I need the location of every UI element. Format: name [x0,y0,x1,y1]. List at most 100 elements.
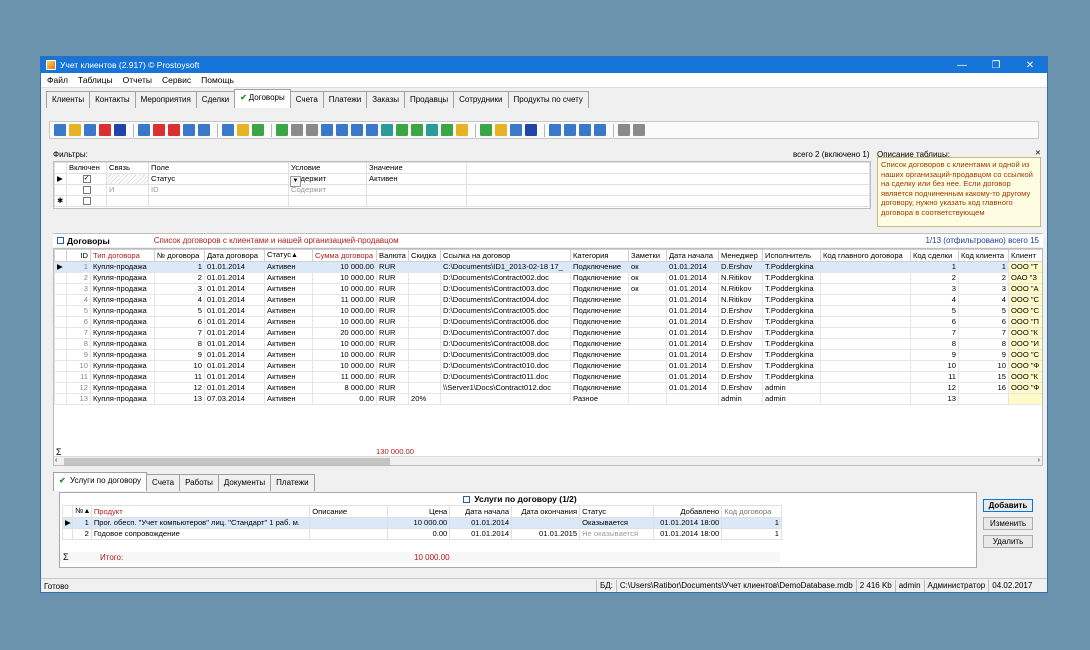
import-icon[interactable] [336,124,348,136]
col-amount[interactable]: Сумма договора [312,249,377,262]
table-cell[interactable]: ООО "С [1008,305,1042,317]
chart-icon[interactable] [411,124,423,136]
table-cell[interactable]: T.Poddergkina [762,272,821,284]
table-cell[interactable]: ок [628,261,667,273]
table-cell[interactable] [628,327,667,339]
table-cell[interactable]: T.Poddergkina [762,338,821,350]
col-start-date[interactable]: Дата начала [666,249,719,262]
table-cell[interactable]: Активен [264,294,313,306]
table-cell[interactable]: 10 000.00 [312,305,377,317]
table-cell[interactable]: admin [762,382,821,394]
svc-col-added[interactable]: Добавлено [653,505,723,518]
table-cell[interactable]: Подключение [570,283,629,295]
table-cell[interactable]: D:\Documents\Contract004.doc [440,294,571,306]
table-cell[interactable]: Активен [264,327,313,339]
table-cell[interactable]: 8 [910,338,959,350]
svc-col-end[interactable]: Дата окончания [511,505,581,518]
subtab-works[interactable]: Работы [179,474,219,491]
table-cell[interactable]: RUR [376,294,409,306]
table-cell[interactable]: 11 000.00 [312,294,377,306]
table-cell[interactable]: 9 [910,349,959,361]
collapse-icon[interactable] [57,237,64,244]
bar-chart-icon[interactable] [456,124,468,136]
table-cell[interactable]: Активен [264,382,313,394]
filter-link-cell[interactable]: И [106,184,149,196]
table-cell[interactable]: 4 [66,294,91,306]
service-cell[interactable]: Оказывается [579,517,655,529]
table-cell[interactable]: 07.03.2014 [204,393,265,405]
table-cell[interactable]: Купля-продажа [90,305,155,317]
table-cell[interactable]: Подключение [570,327,629,339]
table-cell[interactable]: Купля-продажа [90,272,155,284]
service-cell[interactable]: 01.01.2014 18:00 [653,528,723,540]
table-cell[interactable]: Активен [264,283,313,295]
condition-dropdown-icon[interactable]: ▼ [290,176,301,187]
table-cell[interactable]: 11 [66,371,91,383]
delete-icon[interactable] [99,124,111,136]
table-row[interactable]: 11 Купля-продажа 11 01.01.2014 Активен 11 000… [54,371,1042,383]
table-cell[interactable] [628,360,667,372]
table-cell[interactable]: 9 [66,349,91,361]
document-icon[interactable] [366,124,378,136]
col-discount[interactable]: Скидка [408,249,441,262]
refresh-icon[interactable] [276,124,288,136]
close-description-icon[interactable]: ✕ [1035,149,1041,157]
tab-deals[interactable]: Сделки [195,91,236,108]
table-cell[interactable]: Купля-продажа [90,294,155,306]
subtab-invoices[interactable]: Счета [146,474,181,491]
find-icon[interactable] [291,124,303,136]
table-cell[interactable]: 01.01.2014 [666,272,719,284]
table-cell[interactable]: 10 000.00 [312,272,377,284]
table-cell[interactable]: Активен [264,305,313,317]
table-cell[interactable]: D:\Documents\Contract009.doc [440,349,571,361]
service-cell[interactable] [309,517,389,529]
table-cell[interactable] [440,393,571,405]
table-cell[interactable]: N.Ritikov [718,294,763,306]
table-cell[interactable]: 8 [154,338,205,350]
service-cell[interactable]: 01.01.2015 [511,528,581,540]
col-executor[interactable]: Исполнитель [762,249,821,262]
table-cell[interactable]: Подключение [570,261,629,273]
table-cell[interactable]: ОАО "З [1008,272,1042,284]
svc-col-description[interactable]: Описание [309,505,389,518]
table-cell[interactable]: 2 [154,272,205,284]
table-cell[interactable]: Активен [264,393,313,405]
service-row[interactable]: 2 Годовое сопровождение 0.00 01.01.2014 01.0… [61,528,782,540]
table-cell[interactable]: Купля-продажа [90,360,155,372]
table-cell[interactable]: Купля-продажа [90,261,155,273]
sort-icon[interactable] [237,124,249,136]
table-cell[interactable] [1008,393,1042,405]
table-cell[interactable]: D.Ershov [718,349,763,361]
services-grid[interactable]: №▲ Продукт Описание Цена Дата начала Дат… [61,505,782,540]
table-cell[interactable]: Активен [264,316,313,328]
col-notes[interactable]: Заметки [628,249,667,262]
filter-edit-icon[interactable] [198,124,210,136]
table-cell[interactable]: 6 [958,316,1009,328]
svc-col-price[interactable]: Цена [387,505,451,518]
table-cell[interactable]: Купля-продажа [90,283,155,295]
tab-employees[interactable]: Сотрудники [453,91,509,108]
table-cell[interactable]: 01.01.2014 [666,316,719,328]
copy-icon[interactable] [84,124,96,136]
table-cell[interactable]: Активен [264,349,313,361]
table-cell[interactable] [408,261,441,273]
table-cell[interactable]: 3 [66,283,91,295]
col-link[interactable]: Ссылка на договор [440,249,571,262]
svc-col-number[interactable]: №▲ [72,505,92,518]
subtab-services[interactable]: ✔ Услуги по договору [53,472,148,491]
table-cell[interactable]: 8 [66,338,91,350]
table-cell[interactable]: 6 [910,316,959,328]
col-id[interactable]: ID [66,249,91,262]
table-cell[interactable]: Купля-продажа [90,371,155,383]
report-icon[interactable] [351,124,363,136]
table-cell[interactable]: D.Ershov [718,371,763,383]
table-cell[interactable]: 7 [910,327,959,339]
edit-icon[interactable] [69,124,81,136]
table-cell[interactable]: Активен [264,261,313,273]
tab-contacts[interactable]: Контакты [89,91,136,108]
subtab-documents[interactable]: Документы [217,474,272,491]
table-cell[interactable]: 01.01.2014 [666,261,719,273]
menu-tables[interactable]: Таблицы [78,75,113,85]
filter-row[interactable]: И ID Содержит [54,184,870,196]
table-cell[interactable]: Подключение [570,360,629,372]
